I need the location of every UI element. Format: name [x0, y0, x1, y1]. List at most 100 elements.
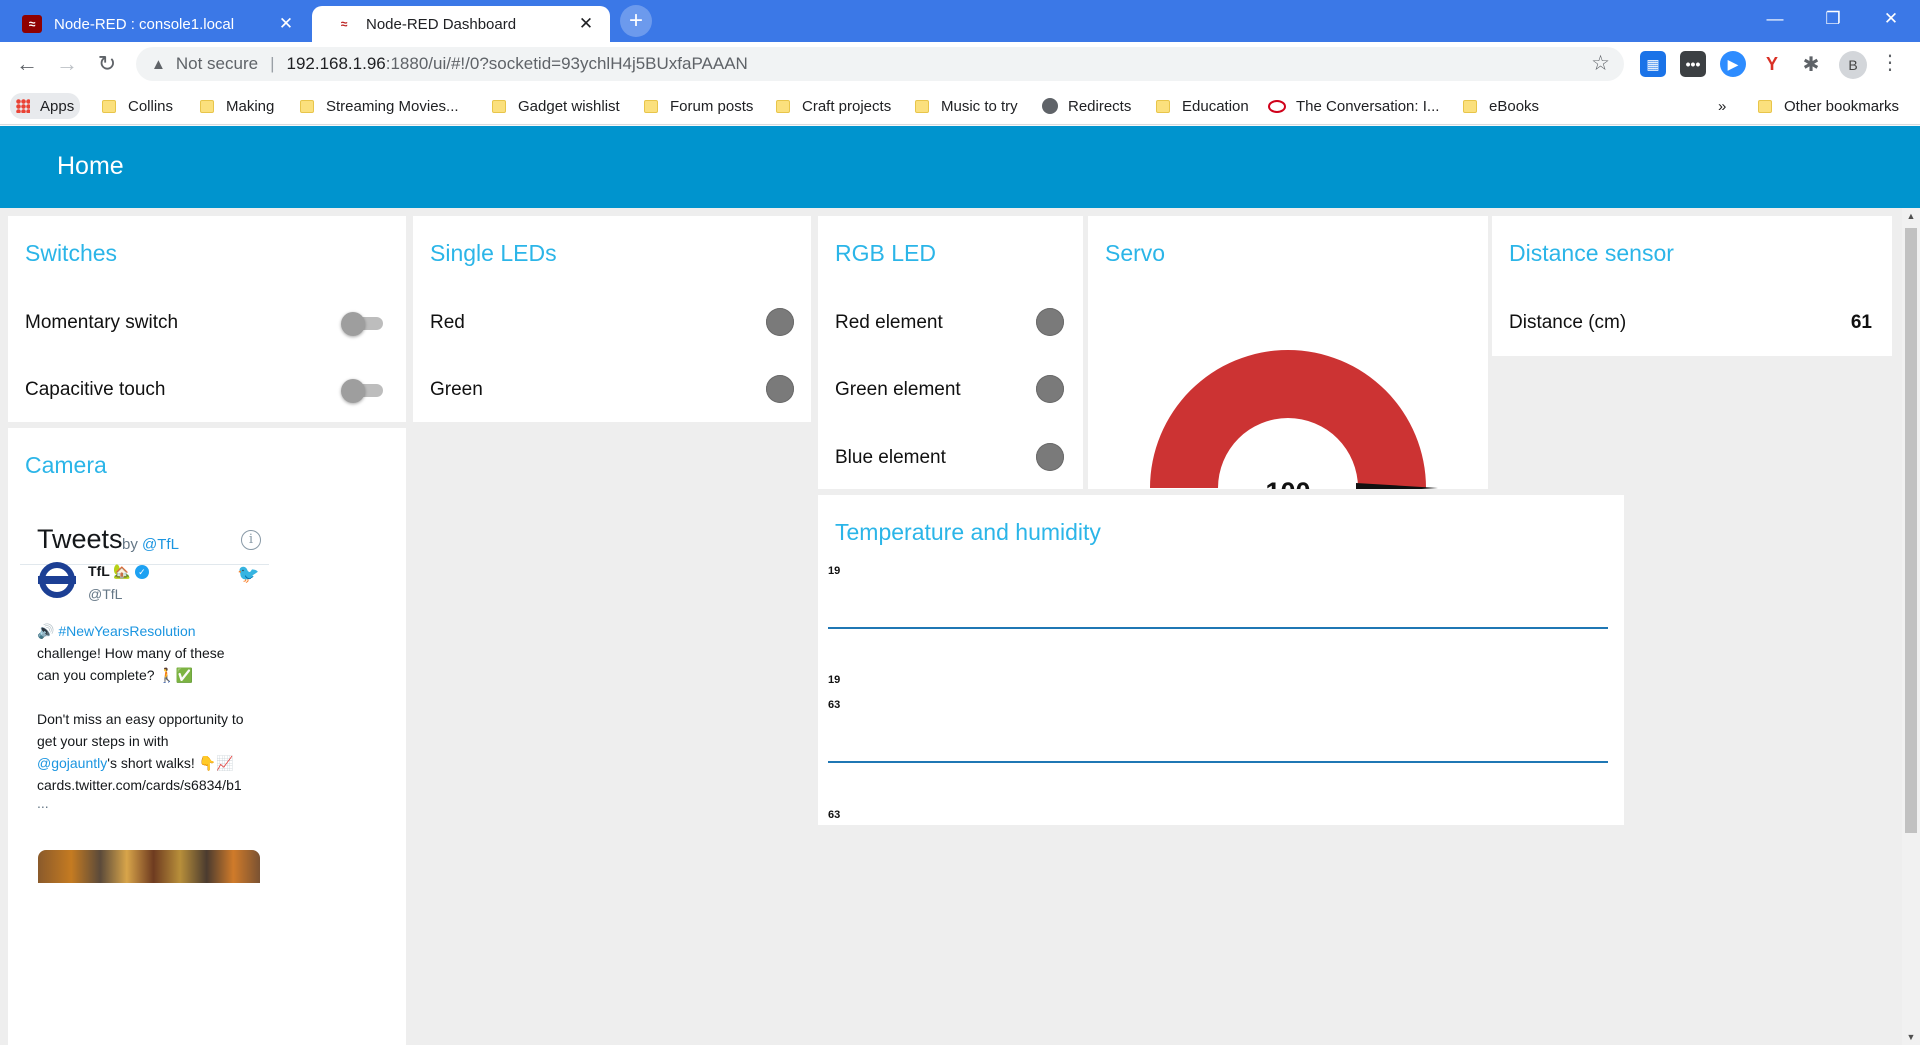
bookmark-label: Apps [40, 97, 75, 115]
rgb-red-label: Red element [835, 312, 943, 333]
single-leds-card: Single LEDs Red Green [413, 216, 811, 422]
folder-icon [492, 99, 506, 113]
folder-icon [776, 99, 790, 113]
tweet-author-name[interactable]: TfL 🏡 ✓ [88, 563, 149, 580]
warning-icon[interactable]: ▲ [151, 56, 166, 73]
scroll-thumb[interactable] [1905, 228, 1917, 833]
tab-node-red-dashboard[interactable]: ≈ Node-RED Dashboard ✕ [312, 6, 610, 42]
bookmark-ebooks[interactable]: eBooks [1463, 93, 1539, 119]
extensions-puzzle-icon[interactable]: ✱ [1798, 51, 1824, 77]
bookmark-craft-projects[interactable]: Craft projects [776, 93, 891, 119]
temperature-humidity-card: Temperature and humidity 19 19 63 63 [818, 495, 1624, 825]
momentary-switch-toggle[interactable] [341, 312, 385, 336]
tab-title: Node-RED : console1.local [54, 15, 235, 33]
temperature-series-line [828, 627, 1608, 629]
bookmark-label: eBooks [1489, 97, 1540, 115]
bookmark-star-icon[interactable]: ☆ [1591, 51, 1610, 76]
tweet-media-image[interactable] [38, 850, 260, 883]
page-scrollbar[interactable]: ▲ ▼ [1902, 208, 1920, 1045]
bookmark-label: Gadget wishlist [518, 97, 620, 115]
bookmarks-overflow-chevron-icon[interactable]: » [1718, 93, 1726, 119]
extension-dots-icon[interactable]: ••• [1680, 51, 1706, 77]
bookmark-education[interactable]: Education [1156, 93, 1249, 119]
folder-icon [1156, 99, 1170, 113]
back-arrow-icon[interactable]: ← [12, 49, 42, 79]
bookmark-music[interactable]: Music to try [915, 93, 1018, 119]
new-tab-button[interactable]: + [620, 5, 652, 37]
url-host[interactable]: 192.168.1.96 [286, 54, 385, 74]
tweets-by: by @TfL [122, 536, 179, 553]
reload-icon[interactable]: ↻ [92, 49, 122, 79]
gauge-value: 100 [1265, 477, 1310, 489]
globe-icon [1042, 98, 1058, 114]
bookmark-other-bookmarks[interactable]: Other bookmarks [1758, 93, 1899, 119]
security-label[interactable]: Not secure [176, 54, 258, 74]
extension-zoom-icon[interactable]: ▶ [1720, 51, 1746, 77]
bookmark-redirects[interactable]: Redirects [1042, 93, 1131, 119]
card-title: RGB LED [835, 240, 936, 266]
restore-button[interactable]: ❐ [1804, 0, 1862, 40]
extension-calendar-icon[interactable]: ▦ [1640, 51, 1666, 77]
led-green-indicator [766, 375, 794, 403]
humidity-y-min-label: 63 [828, 809, 841, 821]
bookmark-label: Redirects [1068, 97, 1132, 115]
scroll-down-arrow-icon[interactable]: ▼ [1902, 1029, 1920, 1045]
twitter-bird-icon[interactable]: 🐦 [237, 564, 259, 585]
conversation-icon [1268, 99, 1286, 113]
hashtag-link[interactable]: #NewYearsResolution [58, 623, 195, 639]
bookmark-making[interactable]: Making [200, 93, 274, 119]
folder-icon [1463, 99, 1477, 113]
servo-card: Servo 100 0 100 [1088, 216, 1488, 489]
apps-grid-icon [16, 99, 30, 113]
minimize-button[interactable]: — [1746, 0, 1804, 40]
distance-label: Distance (cm) [1509, 312, 1627, 333]
tab-node-red-editor[interactable]: ≈ Node-RED : console1.local ✕ [0, 6, 310, 42]
folder-icon [915, 99, 929, 113]
twitter-timeline-header: Tweets by @TfL i [20, 520, 269, 565]
bookmark-forum-posts[interactable]: Forum posts [644, 93, 753, 119]
tfl-roundel-icon[interactable] [38, 561, 76, 599]
switches-card: Switches Momentary switch Capacitive tou… [8, 216, 406, 422]
bookmark-apps[interactable]: Apps [10, 93, 81, 119]
url-path[interactable]: :1880/ui/#!/0?socketid=93ychlH4j5BUxfaPA… [386, 54, 748, 74]
browser-toolbar: ← → ↻ ▲ Not secure | 192.168.1.96:1880/u… [0, 42, 1920, 87]
bookmark-streaming[interactable]: Streaming Movies... [300, 93, 459, 119]
card-title: Switches [25, 240, 118, 266]
bookmark-collins[interactable]: Collins [102, 93, 173, 119]
menu-kebab-icon[interactable]: ⋮ [1880, 50, 1900, 75]
bookmark-label: Craft projects [802, 97, 892, 115]
mention-link[interactable]: @gojauntly [37, 755, 107, 771]
bookmark-label: Music to try [941, 97, 1018, 115]
close-window-button[interactable]: ✕ [1862, 0, 1920, 40]
info-icon[interactable]: i [241, 530, 261, 550]
rgb-green-indicator [1036, 375, 1064, 403]
card-title: Camera [25, 452, 107, 478]
folder-icon [102, 99, 116, 113]
extension-leaf-icon[interactable]: Y [1759, 51, 1785, 77]
bookmark-label: Streaming Movies... [326, 97, 459, 115]
close-icon[interactable]: ✕ [576, 14, 596, 34]
verified-badge-icon: ✓ [134, 565, 149, 580]
house-emoji-icon: 🏡 [113, 563, 131, 579]
speaker-emoji-icon: 🔊 [37, 623, 55, 639]
profile-avatar[interactable]: B [1839, 51, 1867, 79]
tweet-line: get your steps in with [37, 733, 169, 749]
rgb-blue-label: Blue element [835, 447, 946, 468]
bookmark-the-conversation[interactable]: The Conversation: I... [1268, 93, 1439, 119]
bookmark-gadget-wishlist[interactable]: Gadget wishlist [492, 93, 620, 119]
momentary-switch-label: Momentary switch [25, 312, 179, 333]
switch-knob [341, 379, 365, 403]
scroll-up-arrow-icon[interactable]: ▲ [1902, 208, 1920, 224]
tweet-author-handle[interactable]: @TfL [88, 586, 122, 602]
node-red-icon: ≈ [340, 17, 348, 31]
tweets-handle-link[interactable]: @TfL [142, 536, 179, 553]
forward-arrow-icon[interactable]: → [52, 49, 82, 79]
capacitive-touch-toggle[interactable] [341, 379, 385, 403]
card-title: Single LEDs [430, 240, 557, 266]
tweet-line: Don't miss an easy opportunity to [37, 711, 244, 727]
tweets-by-label: by [122, 536, 138, 553]
rgb-red-indicator [1036, 308, 1064, 336]
switch-knob [341, 312, 365, 336]
close-icon[interactable]: ✕ [276, 14, 296, 34]
address-bar[interactable]: ▲ Not secure | 192.168.1.96:1880/ui/#!/0… [136, 47, 1624, 81]
